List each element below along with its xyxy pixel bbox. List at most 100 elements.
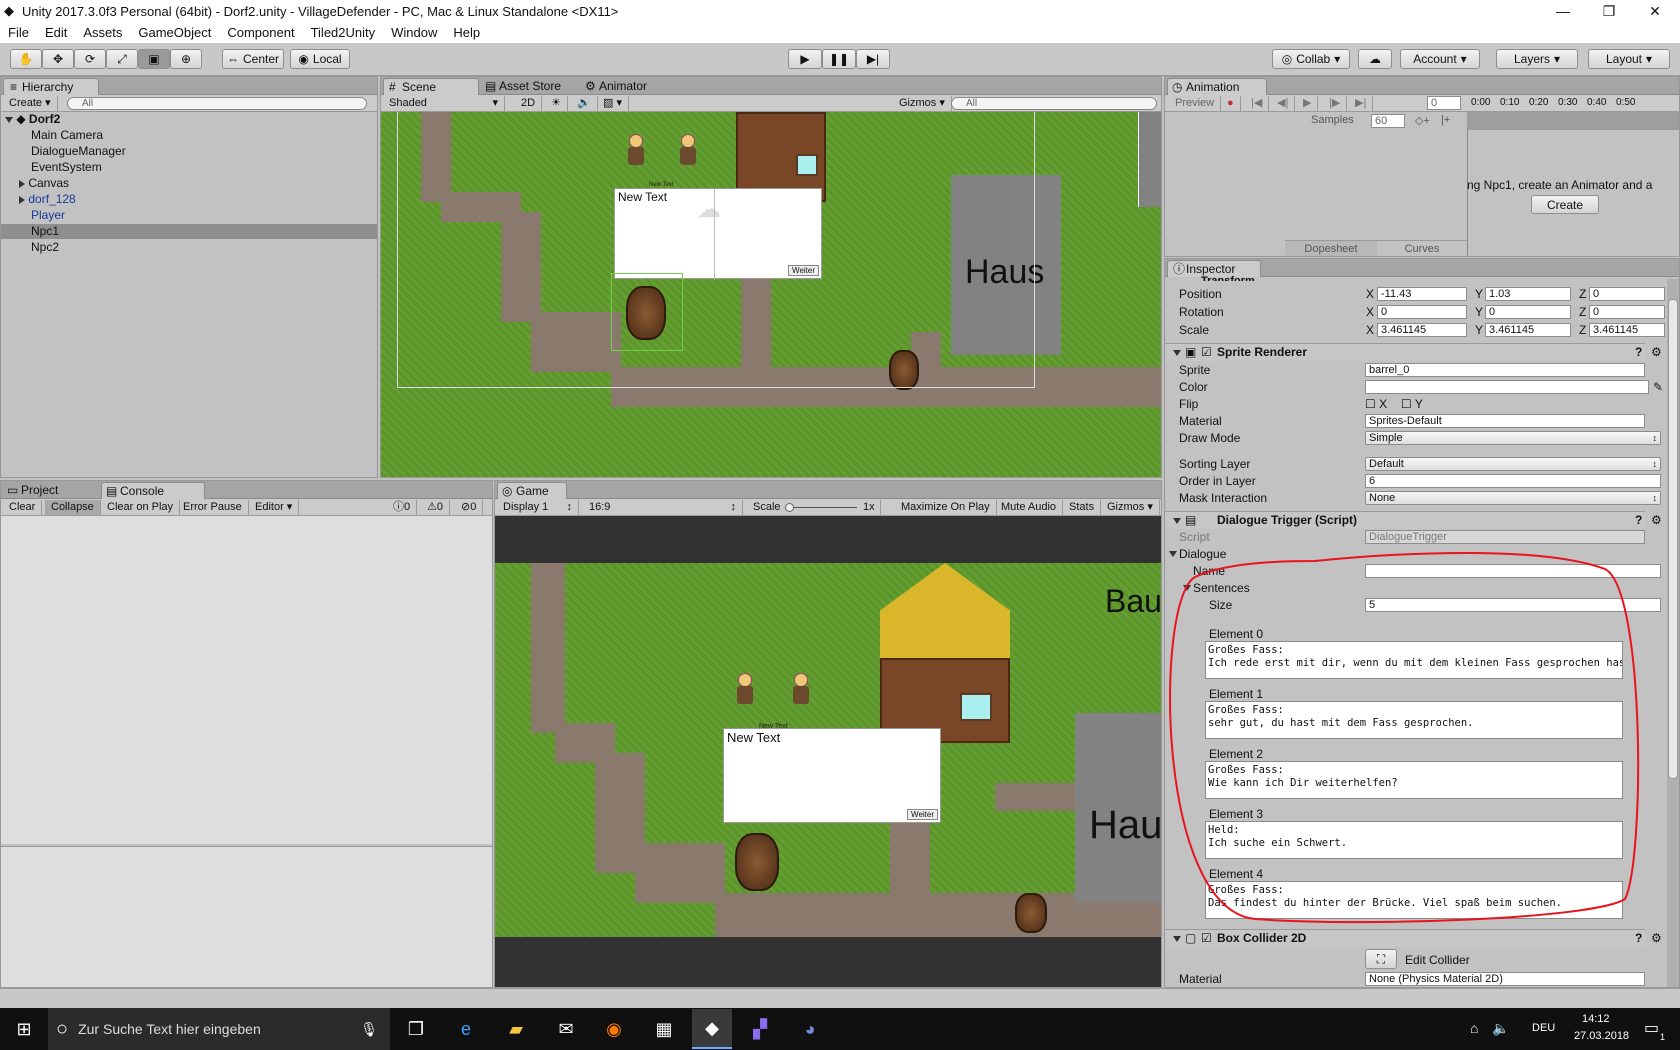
firefox-icon[interactable]: ◉ — [602, 1017, 626, 1041]
hierarchy-item-dialoguemanager[interactable]: DialogueManager — [31, 144, 126, 159]
hierarchy-item-npc1[interactable]: Npc1 — [1, 224, 377, 239]
maximize-on-play-button[interactable]: Maximize On Play — [895, 500, 997, 515]
editor-dropdown[interactable]: Editor ▾ — [249, 500, 300, 515]
gizmos-dropdown[interactable]: Gizmos ▾ — [893, 96, 952, 111]
error-count[interactable]: ⊘0 — [455, 500, 484, 515]
hierarchy-item-dorf128[interactable]: dorf_128 — [19, 192, 76, 207]
hierarchy-search-input[interactable]: All — [67, 97, 367, 110]
hand-tool-icon[interactable]: ✋ — [10, 49, 42, 69]
error-pause-button[interactable]: Error Pause — [177, 500, 249, 515]
warning-count[interactable]: ⚠0 — [421, 500, 450, 515]
task-view-icon[interactable]: ❐ — [404, 1017, 428, 1041]
pause-button[interactable]: ❚❚ — [822, 49, 856, 69]
menu-gameobject[interactable]: GameObject — [130, 25, 219, 40]
pivot-center-button[interactable]: ⇔ Center — [222, 49, 284, 69]
microphone-icon[interactable]: 🎙 — [360, 1021, 378, 1038]
discord-icon[interactable]: ◕ — [798, 1017, 822, 1041]
rotate-tool-icon[interactable]: ⟳ — [74, 49, 106, 69]
mute-audio-button[interactable]: Mute Audio — [995, 500, 1064, 515]
tab-hierarchy[interactable]: ≡ Hierarchy — [3, 78, 99, 95]
curves-tab[interactable]: Curves — [1377, 241, 1467, 256]
menu-assets[interactable]: Assets — [75, 25, 130, 40]
frame-field[interactable]: 0 — [1427, 96, 1461, 110]
audio-icon[interactable]: 🔊 — [571, 96, 598, 111]
first-key-icon[interactable]: |◀ — [1245, 96, 1270, 111]
collapse-button[interactable]: Collapse — [45, 500, 101, 515]
slider-thumb[interactable] — [785, 503, 794, 512]
tab-game[interactable]: ◎ Game — [497, 482, 567, 499]
notification-icon[interactable]: ▭ — [1644, 1018, 1659, 1038]
clear-button[interactable]: Clear — [3, 500, 43, 515]
next-key-icon[interactable]: |▶ — [1323, 96, 1348, 111]
scale-slider[interactable]: Scale 1x — [747, 500, 881, 515]
tab-console[interactable]: ▤ Console — [101, 482, 205, 499]
clear-on-play-button[interactable]: Clear on Play — [101, 500, 181, 515]
rect-tool-icon[interactable]: ▣ — [138, 49, 170, 69]
mail-icon[interactable]: ✉ — [554, 1017, 578, 1041]
info-count[interactable]: ⓘ0 — [387, 500, 418, 515]
create-button[interactable]: Create ▾ — [3, 96, 58, 111]
last-key-icon[interactable]: ▶| — [1349, 96, 1374, 111]
record-icon[interactable]: ● — [1221, 96, 1241, 111]
hierarchy-item-player[interactable]: Player — [31, 208, 65, 223]
add-event-icon[interactable]: |+ — [1441, 114, 1450, 126]
lighting-icon[interactable]: ☀ — [545, 96, 568, 111]
tab-animation[interactable]: ◷ Animation — [1167, 78, 1267, 95]
menu-tiled2unity[interactable]: Tiled2Unity — [303, 25, 384, 40]
shading-dropdown[interactable]: Shaded ▾ — [383, 96, 505, 111]
hierarchy-item-eventsystem[interactable]: EventSystem — [31, 160, 102, 175]
maximize-button[interactable]: ❐ — [1586, 0, 1632, 22]
layers-button[interactable]: Layers ▾ — [1496, 49, 1578, 69]
scene-search-input[interactable]: All — [951, 97, 1157, 110]
hierarchy-item-canvas[interactable]: Canvas — [19, 176, 69, 191]
game-canvas[interactable]: Bau Hau New Text New Text Weiter — [495, 563, 1161, 937]
menu-help[interactable]: Help — [445, 25, 488, 40]
samples-field[interactable]: 60 — [1371, 114, 1405, 128]
pivot-local-button[interactable]: ◉ Local — [290, 49, 350, 69]
step-button[interactable]: ▶| — [856, 49, 890, 69]
hierarchy-item-npc2[interactable]: Npc2 — [31, 240, 59, 255]
create-animator-button[interactable]: Create — [1531, 195, 1599, 214]
play-anim-icon[interactable]: ▶ — [1297, 96, 1319, 111]
tab-animator[interactable]: ⚙ Animator — [581, 78, 671, 95]
volume-icon[interactable]: 🔈 — [1492, 1020, 1509, 1037]
preview-button[interactable]: Preview — [1169, 96, 1222, 111]
effects-icon[interactable]: ▨ ▾ — [597, 96, 629, 111]
prev-key-icon[interactable]: ◀| — [1271, 96, 1296, 111]
tiled-icon[interactable]: ▞ — [748, 1017, 772, 1041]
scale-tool-icon[interactable]: ⤢ — [106, 49, 138, 69]
menu-window[interactable]: Window — [383, 25, 445, 40]
close-button[interactable]: ✕ — [1632, 0, 1678, 22]
windows-start-icon[interactable]: ⊞ — [12, 1017, 36, 1041]
clock-time[interactable]: 14:12 — [1582, 1013, 1610, 1025]
unity-taskbar-icon[interactable]: ◆ — [692, 1009, 732, 1049]
edge-browser-icon[interactable]: e — [454, 1017, 478, 1041]
minimize-button[interactable]: — — [1540, 0, 1586, 22]
file-explorer-icon[interactable]: ▰ — [504, 1017, 528, 1041]
clock-date[interactable]: 27.03.2018 — [1574, 1030, 1629, 1042]
play-button[interactable]: ▶ — [788, 49, 822, 69]
aspect-dropdown[interactable]: 16:9 ↕ — [583, 500, 743, 515]
display-dropdown[interactable]: Display 1 ↕ — [497, 500, 579, 515]
taskbar-search[interactable]: ○ Zur Suche Text hier eingeben 🎙 — [48, 1008, 390, 1050]
toggle-2d-button[interactable]: 2D — [515, 96, 543, 111]
game-gizmos-dropdown[interactable]: Gizmos ▾ — [1101, 500, 1160, 515]
hierarchy-item-main-camera[interactable]: Main Camera — [31, 128, 103, 143]
tab-project[interactable]: ▭ Project — [3, 482, 95, 499]
dopesheet-tab[interactable]: Dopesheet — [1285, 241, 1377, 256]
app-icon[interactable]: ▦ — [652, 1017, 676, 1041]
tab-asset-store[interactable]: ▤ Asset Store — [481, 78, 581, 95]
menu-edit[interactable]: Edit — [37, 25, 75, 40]
game-weiter-button[interactable]: Weiter — [907, 809, 938, 820]
transform-tool-icon[interactable]: ⊕ — [170, 49, 202, 69]
language-indicator[interactable]: DEU — [1532, 1022, 1555, 1034]
scene-canvas[interactable]: Haus New Text New Text ☁ Weiter — [381, 112, 1161, 477]
stats-button[interactable]: Stats — [1063, 500, 1102, 515]
add-keyframe-icon[interactable]: ◇+ — [1415, 114, 1430, 127]
tab-scene[interactable]: # Scene — [383, 78, 479, 95]
console-detail-area[interactable] — [1, 846, 492, 987]
network-icon[interactable]: ⌂ — [1470, 1020, 1478, 1036]
collab-button[interactable]: ◎ Collab ▾ — [1272, 49, 1350, 69]
account-button[interactable]: Account ▾ — [1400, 49, 1480, 69]
timeline-ruler[interactable]: 0:00 0:10 0:20 0:30 0:40 0:50 — [1467, 95, 1679, 112]
